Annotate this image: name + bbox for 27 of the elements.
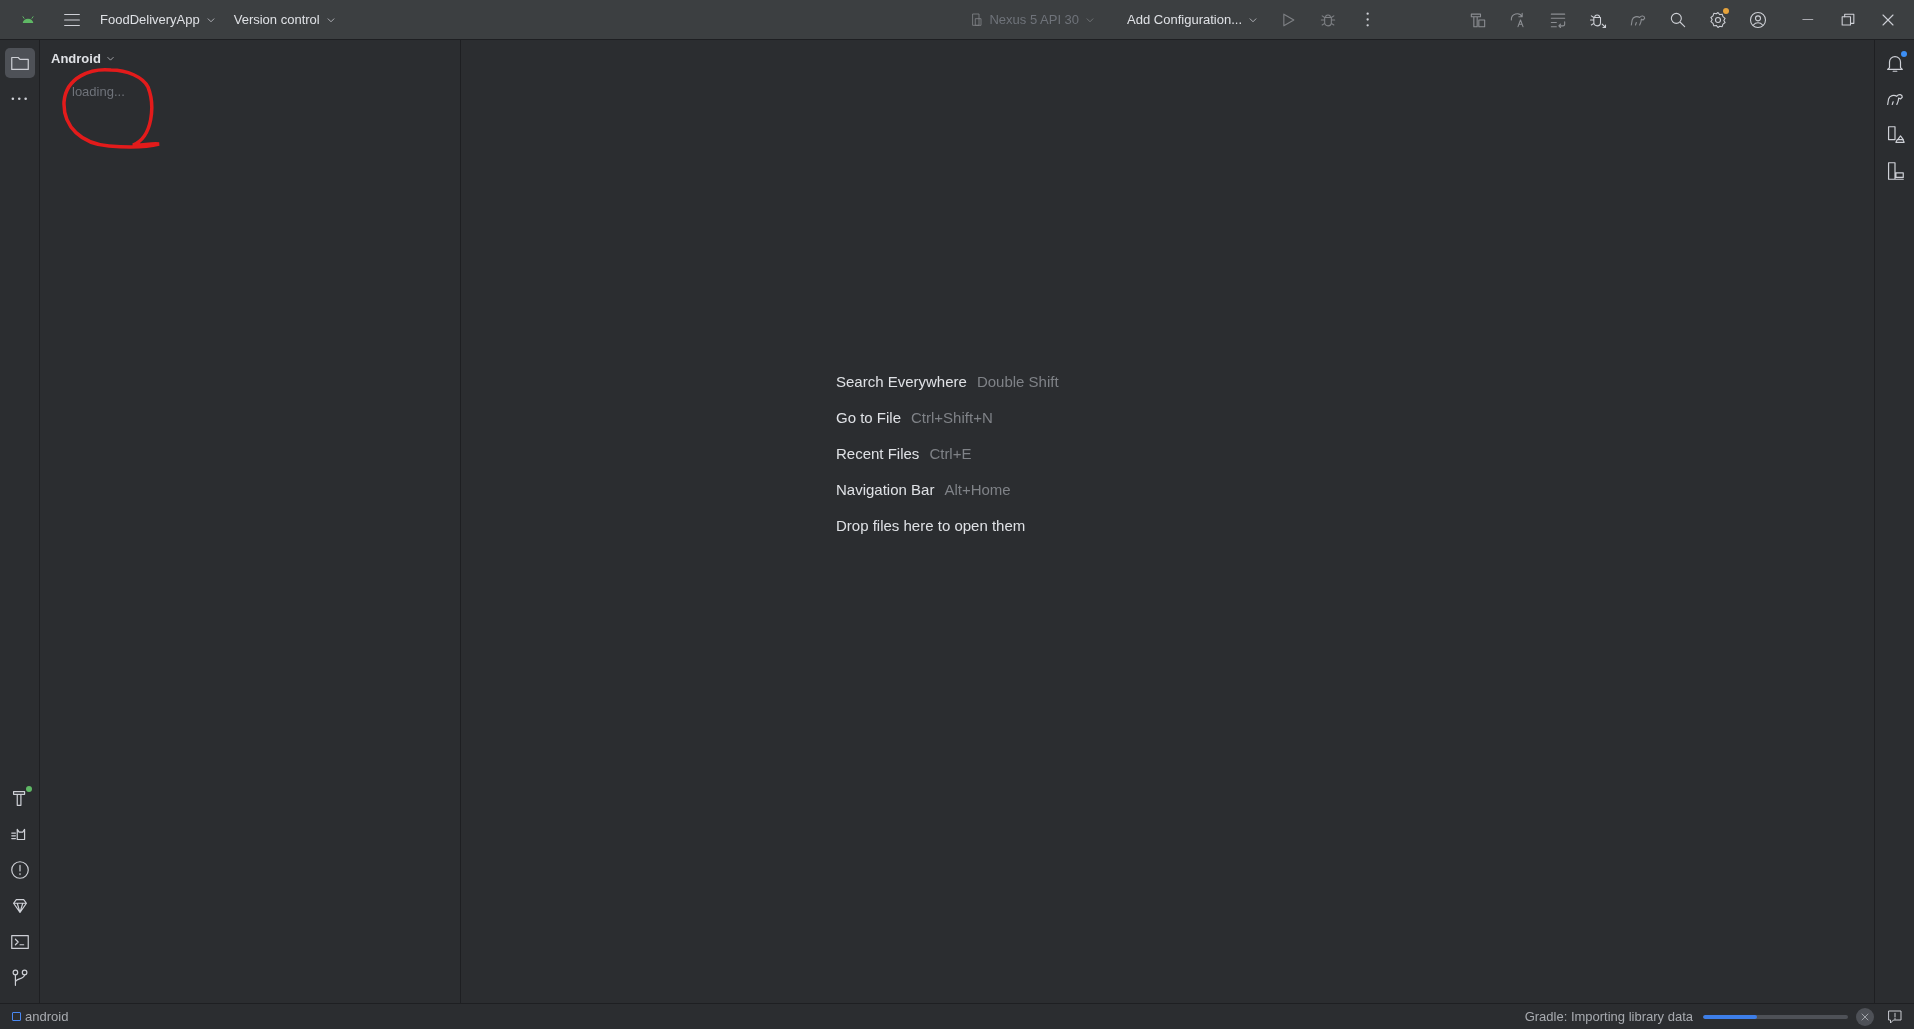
hint-action: Navigation Bar xyxy=(836,481,935,500)
tool-window-button[interactable] xyxy=(4,48,35,78)
settings-icon xyxy=(1708,9,1728,30)
module-breadcrumb[interactable]: android xyxy=(12,1009,69,1024)
more-icon xyxy=(11,97,28,101)
hint-shortcut: Ctrl+E xyxy=(929,445,972,464)
cancel-button[interactable] xyxy=(1856,1007,1874,1026)
project-view-dropdown[interactable]: Android xyxy=(51,49,117,68)
android-logo-icon xyxy=(22,15,34,24)
more-vertical-icon xyxy=(1366,12,1370,27)
feedback-icon xyxy=(1886,1007,1904,1026)
hint-shortcut: Ctrl+Shift+N xyxy=(911,409,993,428)
hint-action: Search Everywhere xyxy=(836,373,967,392)
background-task-text: Gradle: Importing library data xyxy=(1524,1009,1693,1024)
hint-action: Go to File xyxy=(836,409,902,428)
hint-action: Recent Files xyxy=(836,445,920,464)
hint-action: Drop files here to open them xyxy=(836,517,1026,536)
minimize-icon xyxy=(1802,18,1814,21)
hint-shortcut: Double Shift xyxy=(976,373,1059,392)
version-control-dropdown[interactable]: Version control xyxy=(225,8,346,31)
loading-text: loading... xyxy=(72,84,125,99)
feedback-button[interactable] xyxy=(1886,1007,1904,1026)
run-configuration-dropdown[interactable]: Add Configuration... xyxy=(1119,8,1268,31)
project-dropdown[interactable]: FoodDeliveryApp xyxy=(92,8,226,31)
hint-shortcut: Alt+Home xyxy=(944,481,1011,500)
warning-circle-icon xyxy=(8,859,31,881)
account-icon xyxy=(1748,9,1768,30)
